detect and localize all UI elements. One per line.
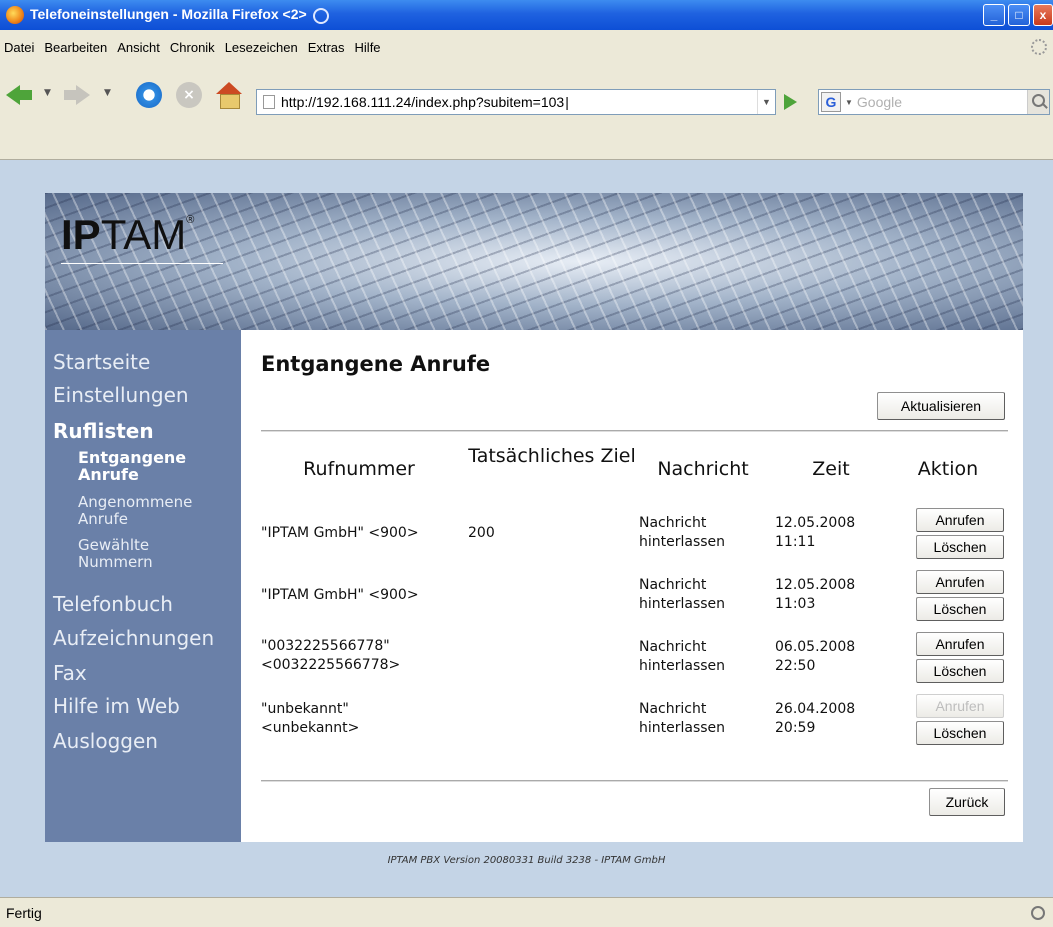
firefox-icon [6,6,24,24]
iptam-logo: IPTAM® [61,211,195,258]
column-header-zeit: Zeit [812,458,850,480]
delete-button[interactable]: Löschen [916,535,1004,559]
page-title: Entgangene Anrufe [261,352,491,376]
search-engine-dropdown-icon[interactable]: ▼ [845,98,853,107]
sidebar-item-ruflisten[interactable]: Ruflisten [53,419,154,443]
menu-chronik[interactable]: Chronik [170,40,215,55]
column-header-aktion: Aktion [917,458,979,480]
sidebar-item-fax[interactable]: Fax [53,661,87,685]
page-content: IPTAM® Startseite Einstellungen Rufliste… [0,161,1053,897]
call-time: 20:59 [775,720,816,736]
column-header-rufnummer: Rufnummer [303,458,415,480]
navigation-toolbar: ▼ ▼ × http://192.168.111.24/index.php?su… [0,64,1053,160]
delete-button[interactable]: Löschen [916,721,1004,745]
menu-ansicht[interactable]: Ansicht [117,40,160,55]
menu-bar: Datei Bearbeiten Ansicht Chronik Lesezei… [0,30,1053,64]
url-bar[interactable]: http://192.168.111.24/index.php?subitem=… [256,89,776,115]
sidebar-item-einstellungen[interactable]: Einstellungen [53,383,189,407]
reload-icon[interactable] [136,82,162,108]
back-history-dropdown-icon[interactable]: ▼ [44,88,51,114]
call-date: 12.05.2008 [775,515,856,531]
version-footer: IPTAM PBX Version 20080331 Build 3238 - … [387,855,666,866]
status-text: Fertig [6,904,42,921]
back-arrow-icon[interactable] [6,82,38,108]
bottom-divider [261,780,1008,782]
call-date: 26.04.2008 [775,701,856,717]
menu-datei[interactable]: Datei [4,40,34,55]
sidebar-subitem-entgangene-anrufe[interactable]: Entgangene Anrufe [78,449,208,483]
page-icon [263,95,275,109]
column-header-nachricht: Nachricht [657,458,749,480]
sidebar-subitem-gewaehlte-nummern[interactable]: Gewählte Nummern [78,537,178,571]
menu-hilfe[interactable]: Hilfe [355,40,381,55]
search-input[interactable]: Google [857,94,1027,110]
window-title: Telefoneinstellungen - Mozilla Firefox <… [30,6,983,24]
go-arrow-icon[interactable] [784,94,797,110]
search-icon[interactable] [1027,90,1049,114]
menu-bearbeiten[interactable]: Bearbeiten [44,40,107,55]
status-bar: Fertig [0,897,1053,927]
delete-button[interactable]: Löschen [916,597,1004,621]
activity-icon [1031,906,1045,920]
call-message: Nachricht hinterlassen [639,701,726,736]
home-icon[interactable] [214,82,244,109]
loading-spinner-icon [312,7,329,24]
call-time: 22:50 [775,658,816,674]
call-message: Nachricht hinterlassen [639,577,726,612]
menu-extras[interactable]: Extras [308,40,345,55]
sidebar-item-hilfe-im-web[interactable]: Hilfe im Web [53,694,180,718]
call-button-disabled: Anrufen [916,694,1004,718]
forward-history-dropdown-icon[interactable]: ▼ [104,88,111,114]
call-time: 11:11 [775,534,816,550]
call-target: 200 [468,525,495,541]
call-message: Nachricht hinterlassen [639,639,726,674]
refresh-button[interactable]: Aktualisieren [877,392,1005,420]
sidebar-item-aufzeichnungen[interactable]: Aufzeichnungen [53,626,214,650]
close-button[interactable]: x [1033,4,1053,26]
call-message: Nachricht hinterlassen [639,515,726,550]
google-engine-icon[interactable]: G [821,92,841,112]
url-input[interactable]: http://192.168.111.24/index.php?subitem=… [281,94,757,110]
call-time: 11:03 [775,596,816,612]
url-history-dropdown-icon[interactable]: ▼ [757,90,775,114]
delete-button[interactable]: Löschen [916,659,1004,683]
call-number: "0032225566778" <0032225566778> [261,638,401,673]
call-date: 06.05.2008 [775,639,856,655]
call-button[interactable]: Anrufen [916,570,1004,594]
sidebar-item-ausloggen[interactable]: Ausloggen [53,729,158,753]
call-button[interactable]: Anrufen [916,508,1004,532]
call-button[interactable]: Anrufen [916,632,1004,656]
call-number: "IPTAM GmbH" <900> [261,587,419,603]
minimize-button[interactable]: _ [983,4,1005,26]
call-number: "IPTAM GmbH" <900> [261,525,419,541]
stop-icon[interactable]: × [176,82,202,108]
top-divider [261,430,1008,432]
window-title-bar: Telefoneinstellungen - Mozilla Firefox <… [0,0,1053,30]
call-number: "unbekannt" <unbekannt> [261,701,360,736]
logo-underline [61,263,223,264]
main-panel: Entgangene Anrufe Aktualisieren Rufnumme… [241,330,1023,842]
column-header-tatsaechliches-ziel: Tatsächliches Ziel [468,445,636,467]
header-banner: IPTAM® [45,193,1023,330]
sidebar-item-telefonbuch[interactable]: Telefonbuch [53,592,173,616]
forward-arrow-icon[interactable] [64,82,94,108]
menu-lesezeichen[interactable]: Lesezeichen [225,40,298,55]
search-box[interactable]: G ▼ Google [818,89,1050,115]
throbber-icon [1031,39,1047,55]
call-date: 12.05.2008 [775,577,856,593]
maximize-button[interactable]: □ [1008,4,1030,26]
sidebar-subitem-angenommene-anrufe[interactable]: Angenommene Anrufe [78,494,228,528]
back-button[interactable]: Zurück [929,788,1005,816]
sidebar: Startseite Einstellungen Ruflisten Entga… [45,330,241,842]
sidebar-item-startseite[interactable]: Startseite [53,350,150,374]
